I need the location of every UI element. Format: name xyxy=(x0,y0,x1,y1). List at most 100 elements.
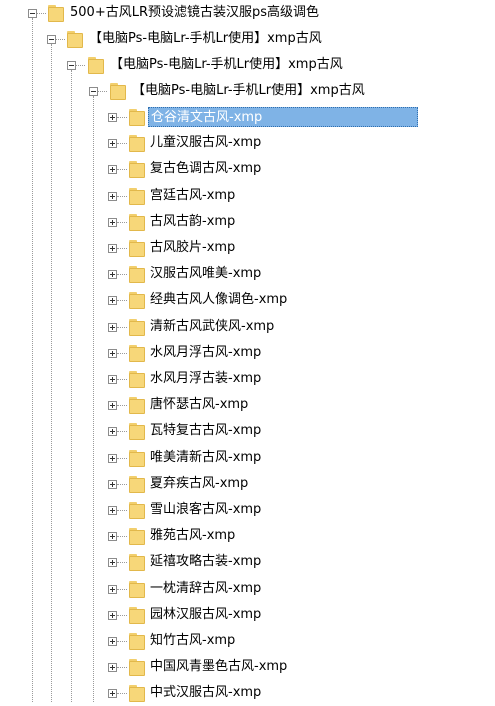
tree-connector xyxy=(117,615,127,616)
expand-toggle-icon[interactable] xyxy=(108,506,117,515)
folder-icon xyxy=(129,449,145,467)
folder-icon xyxy=(129,187,145,205)
tree-node-label: 瓦特复古古风-xmp xyxy=(150,423,262,438)
expand-toggle-icon[interactable] xyxy=(108,113,117,122)
tree-node-item[interactable]: 清新古风武侠风-xmp xyxy=(0,314,495,340)
tree-node-item[interactable]: 园林汉服古风-xmp xyxy=(0,602,495,628)
tree-connector xyxy=(117,274,127,275)
expand-toggle-icon[interactable] xyxy=(108,663,117,672)
tree-node-item[interactable]: 儿童汉服古风-xmp xyxy=(0,130,495,156)
expand-toggle-icon[interactable] xyxy=(108,244,117,253)
expand-toggle-icon[interactable] xyxy=(108,323,117,332)
expand-toggle-icon[interactable] xyxy=(108,427,117,436)
expand-toggle-icon[interactable] xyxy=(108,349,117,358)
tree-connector xyxy=(117,117,127,118)
tree-node-label: 【电脑Ps-电脑Lr-手机Lr使用】xmp古风 xyxy=(110,57,343,72)
folder-icon xyxy=(129,344,145,362)
tree-node-item[interactable]: 唯美清新古风-xmp xyxy=(0,445,495,471)
expand-toggle-icon[interactable] xyxy=(108,296,117,305)
tree-node-item[interactable]: 一枕清辞古风-xmp xyxy=(0,576,495,602)
folder-icon xyxy=(129,422,145,440)
tree-node-item[interactable]: 唐怀瑟古风-xmp xyxy=(0,392,495,418)
tree-node-item[interactable]: 汉服古风唯美-xmp xyxy=(0,261,495,287)
tree-node-level3[interactable]: 【电脑Ps-电脑Lr-手机Lr使用】xmp古风 xyxy=(0,78,495,104)
tree-node-label: 500+古风LR预设滤镜古装汉服ps高级调色 xyxy=(70,5,320,20)
tree-connector xyxy=(117,693,127,694)
tree-connector xyxy=(117,536,127,537)
tree-node-label: 清新古风武侠风-xmp xyxy=(150,319,275,334)
folder-icon xyxy=(67,30,83,48)
folder-icon xyxy=(129,370,145,388)
tree-connector xyxy=(117,169,127,170)
tree-node-label: 古风胶片-xmp xyxy=(150,240,236,255)
tree-node-item[interactable]: 水风月浮古装-xmp xyxy=(0,366,495,392)
tree-connector xyxy=(117,379,127,380)
tree-node-label: 中式汉服古风-xmp xyxy=(150,685,262,700)
expand-toggle-icon[interactable] xyxy=(108,611,117,620)
tree-connector xyxy=(55,39,65,40)
tree-node-item[interactable]: 宫廷古风-xmp xyxy=(0,183,495,209)
tree-node-label: 复古色调古风-xmp xyxy=(150,161,262,176)
folder-icon xyxy=(129,684,145,702)
expand-toggle-icon[interactable] xyxy=(108,192,117,201)
expand-toggle-icon[interactable] xyxy=(108,532,117,541)
folder-icon xyxy=(88,56,104,74)
tree-node-item[interactable]: 经典古风人像调色-xmp xyxy=(0,287,495,313)
expand-toggle-icon[interactable] xyxy=(108,270,117,279)
expand-toggle-icon[interactable] xyxy=(108,139,117,148)
tree-node-label: 雪山浪客古风-xmp xyxy=(150,502,262,517)
folder-icon xyxy=(129,580,145,598)
tree-node-label: 水风月浮古风-xmp xyxy=(150,345,262,360)
tree-node-item[interactable]: 瓦特复古古风-xmp xyxy=(0,418,495,444)
tree-node-item[interactable]: 水风月浮古风-xmp xyxy=(0,340,495,366)
tree-node-item[interactable]: 复古色调古风-xmp xyxy=(0,156,495,182)
tree-node-item[interactable]: 延禧攻略古装-xmp xyxy=(0,549,495,575)
tree-node-level2[interactable]: 【电脑Ps-电脑Lr-手机Lr使用】xmp古风 xyxy=(0,52,495,78)
expand-toggle-icon[interactable] xyxy=(108,401,117,410)
tree-connector xyxy=(117,431,127,432)
tree-connector xyxy=(75,65,85,66)
tree-connector xyxy=(117,458,127,459)
tree-node-label: 【电脑Ps-电脑Lr-手机Lr使用】xmp古风 xyxy=(132,83,365,98)
tree-node-item[interactable]: 雪山浪客古风-xmp xyxy=(0,497,495,523)
tree-node-level1[interactable]: 【电脑Ps-电脑Lr-手机Lr使用】xmp古风 xyxy=(0,26,495,52)
expand-toggle-icon[interactable] xyxy=(108,558,117,567)
tree-connector xyxy=(117,353,127,354)
tree-node-root[interactable]: 500+古风LR预设滤镜古装汉服ps高级调色 xyxy=(0,0,495,26)
expand-toggle-icon[interactable] xyxy=(108,689,117,698)
collapse-toggle-icon[interactable] xyxy=(47,35,56,44)
tree-node-label: 经典古风人像调色-xmp xyxy=(150,292,288,307)
folder-icon xyxy=(129,160,145,178)
tree-node-item[interactable]: 仓谷清文古风-xmp xyxy=(0,104,495,130)
tree-node-label: 古风古韵-xmp xyxy=(150,214,236,229)
tree-connector xyxy=(117,196,127,197)
tree-node-item[interactable]: 知竹古风-xmp xyxy=(0,628,495,654)
collapse-toggle-icon[interactable] xyxy=(67,61,76,70)
tree-node-item[interactable]: 雅苑古风-xmp xyxy=(0,523,495,549)
expand-toggle-icon[interactable] xyxy=(108,480,117,489)
tree-node-label: 雅苑古风-xmp xyxy=(150,528,236,543)
tree-connector xyxy=(117,300,127,301)
tree-node-label: 中国风青墨色古风-xmp xyxy=(150,659,288,674)
expand-toggle-icon[interactable] xyxy=(108,454,117,463)
tree-node-label: 汉服古风唯美-xmp xyxy=(150,266,262,281)
expand-toggle-icon[interactable] xyxy=(108,637,117,646)
tree-connector xyxy=(117,248,127,249)
expand-toggle-icon[interactable] xyxy=(108,165,117,174)
tree-connector xyxy=(117,327,127,328)
tree-node-label: 唯美清新古风-xmp xyxy=(150,450,262,465)
folder-icon xyxy=(110,82,126,100)
tree-node-item[interactable]: 古风胶片-xmp xyxy=(0,235,495,261)
folder-icon xyxy=(129,553,145,571)
collapse-toggle-icon[interactable] xyxy=(89,87,98,96)
collapse-toggle-icon[interactable] xyxy=(28,9,37,18)
tree-node-item[interactable]: 中国风青墨色古风-xmp xyxy=(0,654,495,680)
tree-node-item[interactable]: 中式汉服古风-xmp xyxy=(0,680,495,706)
expand-toggle-icon[interactable] xyxy=(108,218,117,227)
expand-toggle-icon[interactable] xyxy=(108,375,117,384)
tree-node-item[interactable]: 夏弃疾古风-xmp xyxy=(0,471,495,497)
tree-node-item[interactable]: 古风古韵-xmp xyxy=(0,209,495,235)
tree-node-label: 知竹古风-xmp xyxy=(150,633,236,648)
tree-connector xyxy=(117,143,127,144)
expand-toggle-icon[interactable] xyxy=(108,585,117,594)
